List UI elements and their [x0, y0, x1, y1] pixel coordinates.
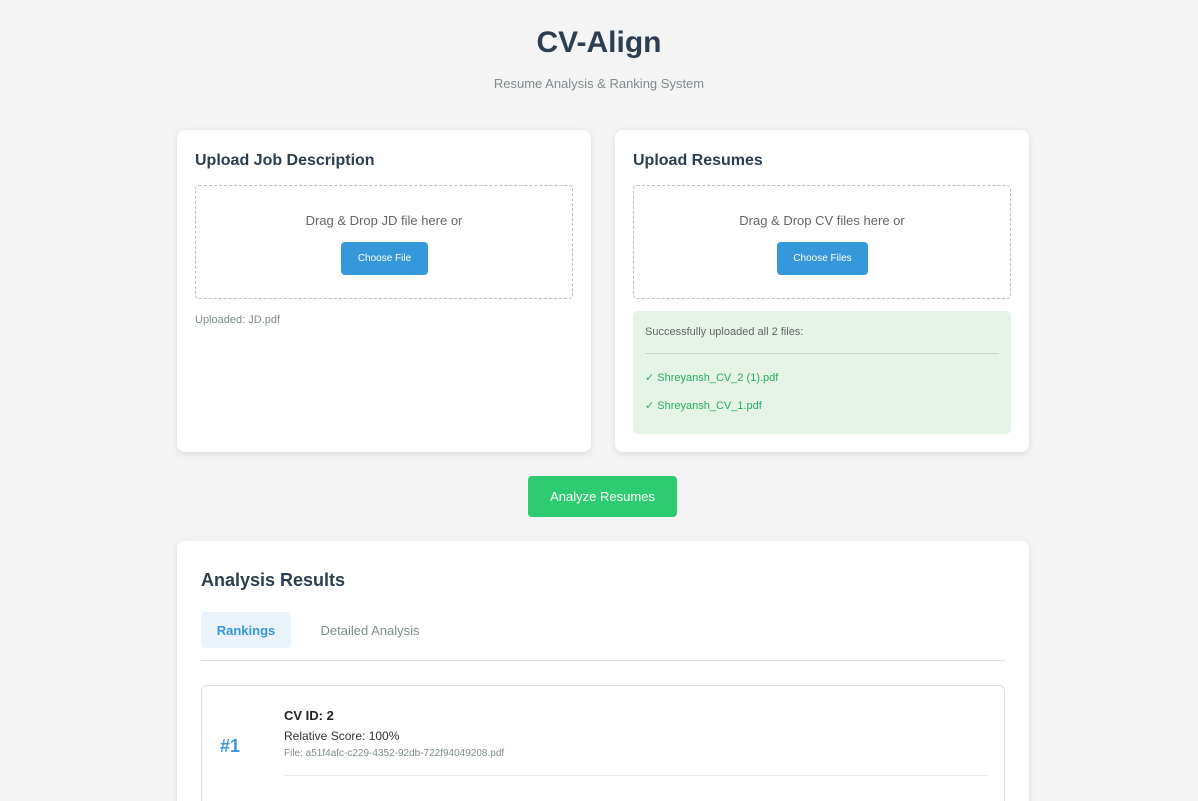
cv-id: CV ID: 2: [284, 708, 334, 723]
ranking-item: #1 CV ID: 2 Relative Score: 100% File: a…: [201, 685, 1005, 801]
analyze-resumes-button[interactable]: Analyze Resumes: [528, 476, 677, 517]
tab-detailed-analysis[interactable]: Detailed Analysis: [307, 612, 433, 648]
page: CV-Align Resume Analysis & Ranking Syste…: [0, 0, 1198, 801]
tab-rankings[interactable]: Rankings: [201, 612, 291, 648]
tabs-divider: [201, 660, 1005, 661]
cv-dropzone[interactable]: Drag & Drop CV files here or Choose File…: [633, 185, 1011, 299]
jd-upload-card: Upload Job Description Drag & Drop JD fi…: [177, 130, 591, 452]
upload-success-title: Successfully uploaded all 2 files:: [645, 326, 804, 338]
cv-dropzone-text: Drag & Drop CV files here or: [739, 213, 905, 228]
cv-file-name: File: a51f4afc-c229-4352-92db-722f940492…: [284, 748, 505, 759]
app-title: CV-Align: [536, 26, 662, 59]
cv-upload-title: Upload Resumes: [633, 152, 763, 169]
upload-success-box: Successfully uploaded all 2 files: ✓ Shr…: [633, 311, 1011, 434]
choose-cv-files-button[interactable]: Choose Files: [777, 242, 868, 275]
app-subtitle: Resume Analysis & Ranking System: [493, 76, 705, 91]
analysis-results-card: Analysis Results Rankings Detailed Analy…: [177, 541, 1029, 801]
relative-score: Relative Score: 100%: [284, 729, 400, 743]
jd-dropzone-text: Drag & Drop JD file here or: [305, 213, 463, 228]
upload-success-divider: [645, 353, 999, 354]
cv-upload-card: Upload Resumes Drag & Drop CV files here…: [615, 130, 1029, 452]
uploaded-file-item: ✓ Shreyansh_CV_2 (1).pdf: [645, 372, 779, 384]
jd-dropzone[interactable]: Drag & Drop JD file here or Choose File: [195, 185, 573, 299]
results-title: Analysis Results: [201, 570, 346, 590]
ranking-divider: [284, 775, 987, 776]
rank-number: #1: [220, 736, 241, 756]
jd-uploaded-status: Uploaded: JD.pdf: [195, 314, 280, 326]
uploaded-file-item: ✓ Shreyansh_CV_1.pdf: [645, 400, 762, 412]
jd-upload-title: Upload Job Description: [195, 152, 375, 169]
choose-jd-file-button[interactable]: Choose File: [341, 242, 428, 275]
